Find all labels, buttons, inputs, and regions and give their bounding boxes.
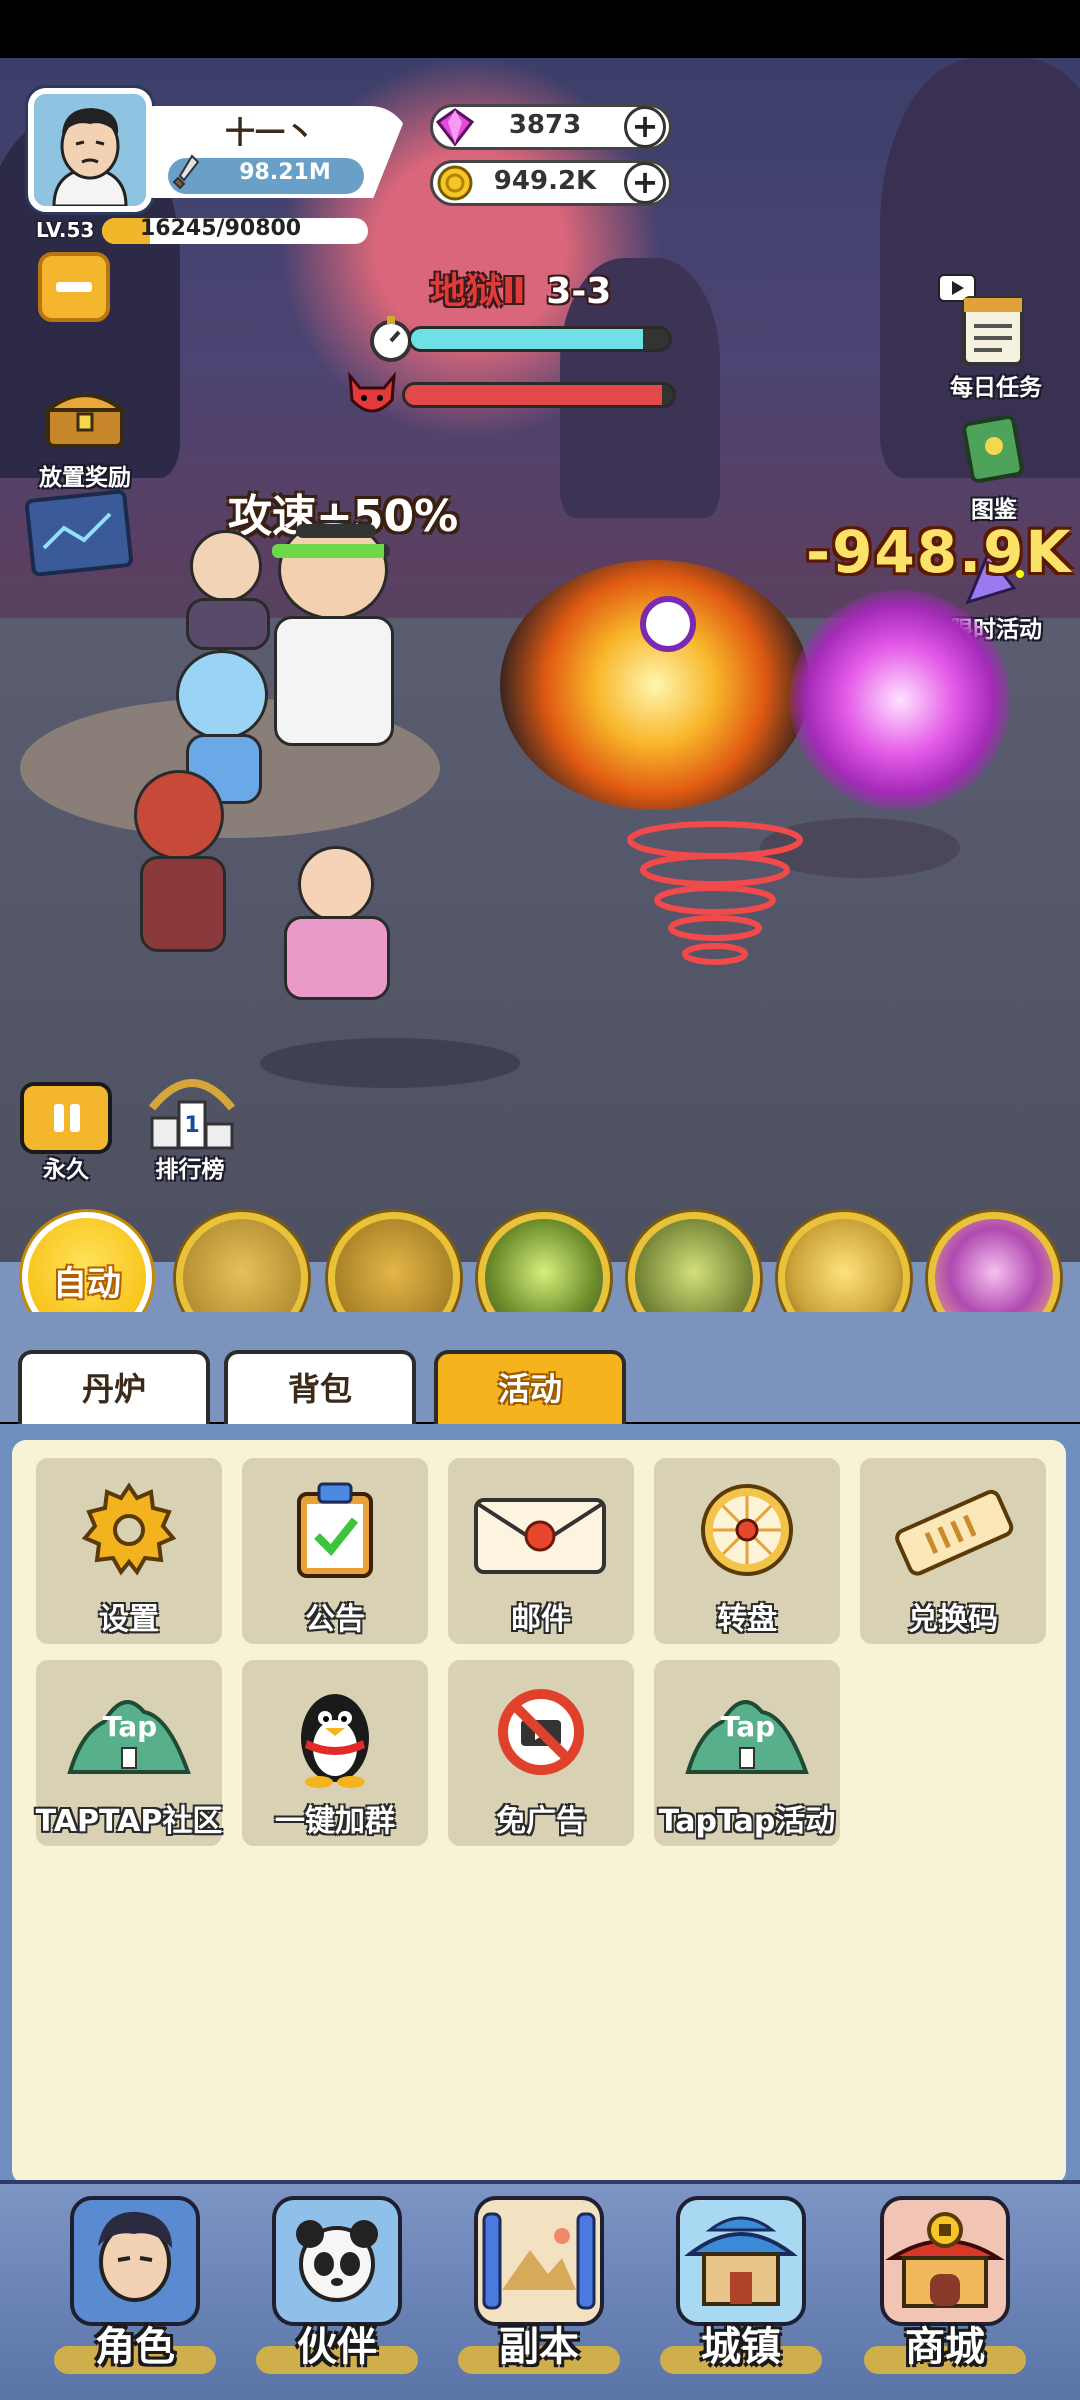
add-gems-button[interactable]: + (624, 106, 666, 148)
tile-taptap-event[interactable]: Tap TapTap活动 (654, 1660, 840, 1846)
taptap-icon: Tap (64, 1682, 194, 1782)
stage-difficulty: 地狱Ⅱ (430, 271, 526, 312)
codex-book-icon[interactable] (958, 414, 1028, 484)
tile-label: 转盘 (717, 1602, 777, 1637)
player-avatar[interactable] (28, 88, 152, 212)
tile-label: 免广告 (496, 1804, 586, 1839)
auto-battle-label: 自动 (53, 1264, 121, 1304)
treasure-chest-icon[interactable] (40, 380, 130, 450)
town-icon (676, 2196, 806, 2326)
tile-settings[interactable]: 设置 (36, 1458, 222, 1644)
svg-text:Tap: Tap (103, 1710, 157, 1743)
purple-vortex-effect (790, 590, 1010, 810)
ticket-icon (888, 1480, 1018, 1580)
hero-hp-bar (272, 544, 390, 558)
tab-events[interactable]: 活动 (434, 1350, 626, 1424)
combat-power-value: 98.21M (239, 160, 331, 185)
tile-label: 邮件 (511, 1602, 571, 1637)
nav-partner[interactable]: 伙伴 (252, 2196, 422, 2376)
player-name: 十一丶 (225, 116, 315, 151)
wheel-icon (697, 1480, 797, 1580)
nav-label: 副本 (499, 2324, 579, 2370)
tile-label: 设置 (99, 1602, 159, 1637)
damage-number: -948.9K (806, 518, 1073, 586)
taptap-icon: Tap (682, 1682, 812, 1782)
qq-penguin-icon (285, 1682, 385, 1788)
gem-value: 3873 (508, 110, 582, 140)
nav-town[interactable]: 城镇 (656, 2196, 826, 2376)
tile-label: 兑换码 (908, 1602, 998, 1637)
tile-taptap-community[interactable]: Tap TAPTAP社区 (36, 1660, 222, 1846)
stage-level: 3-3 (546, 271, 612, 312)
boss-hp-bar (402, 382, 676, 408)
pause-button[interactable] (20, 1082, 112, 1154)
tile-label: 公告 (305, 1602, 365, 1637)
leaderboard-label: 排行榜 (155, 1157, 225, 1183)
tile-announcement[interactable]: 公告 (242, 1458, 428, 1644)
partner-scholar (180, 520, 276, 650)
stage-timer-fill (411, 329, 644, 349)
nav-label: 伙伴 (297, 2324, 377, 2370)
nav-shop[interactable]: 商城 (860, 2196, 1030, 2376)
partner-monk (272, 846, 402, 1006)
tile-mail[interactable]: 邮件 (448, 1458, 634, 1644)
dungeon-scroll-icon (474, 2196, 604, 2326)
explosion-effect (500, 560, 810, 810)
stats-board-icon[interactable] (24, 488, 134, 578)
svg-text:1: 1 (184, 1113, 199, 1138)
add-coins-button[interactable]: + (624, 162, 666, 204)
leaderboard-podium-icon[interactable]: 1 (142, 1068, 242, 1156)
nav-label: 商城 (905, 2324, 985, 2370)
tile-label: TapTap活动 (658, 1804, 836, 1839)
tab-backpack[interactable]: 背包 (224, 1350, 416, 1424)
boss-hp-fill (405, 385, 663, 405)
status-bar (0, 0, 1080, 58)
nav-character[interactable]: 角色 (50, 2196, 220, 2376)
boss-devil-icon (344, 370, 400, 420)
coin-value: 949.2K (493, 166, 597, 196)
nav-label: 城镇 (701, 2324, 781, 2370)
clipboard-check-icon (285, 1480, 385, 1580)
xp-value: 16245/90800 (140, 216, 302, 241)
tile-join-group[interactable]: 一键加群 (242, 1660, 428, 1846)
collapse-menu-button[interactable] (38, 252, 110, 322)
no-ads-icon (491, 1682, 591, 1782)
daily-tasks-label: 每日任务 (950, 375, 1042, 401)
character-icon (70, 2196, 200, 2326)
stage-timer-bar (408, 326, 672, 352)
nav-dungeon[interactable]: 副本 (454, 2196, 624, 2376)
idle-reward-label: 放置奖励 (39, 465, 131, 491)
nav-label: 角色 (95, 2324, 175, 2370)
stage-title: 地狱Ⅱ 3-3 (430, 262, 670, 314)
svg-text:Tap: Tap (721, 1710, 775, 1743)
player-level: LV.53 (36, 218, 95, 242)
gem-icon (430, 104, 480, 150)
rock (260, 1038, 520, 1088)
coin-icon (432, 162, 478, 204)
tile-wheel[interactable]: 转盘 (654, 1458, 840, 1644)
gear-icon (79, 1480, 179, 1580)
tile-label: 一键加群 (275, 1804, 395, 1839)
envelope-icon (470, 1480, 610, 1580)
partner-red-warrior (124, 770, 244, 970)
enemy-eye-orb (640, 596, 696, 652)
tab-alchemy-furnace[interactable]: 丹炉 (18, 1350, 210, 1424)
shop-icon (880, 2196, 1010, 2326)
red-tornado-effect (620, 820, 810, 990)
partner-icon (272, 2196, 402, 2326)
tile-label: TAPTAP社区 (35, 1804, 223, 1839)
tile-no-ads[interactable]: 免广告 (448, 1660, 634, 1846)
daily-tasks-icon[interactable] (958, 292, 1028, 370)
tile-redeem-code[interactable]: 兑换码 (860, 1458, 1046, 1644)
permanent-label: 永久 (43, 1157, 89, 1183)
